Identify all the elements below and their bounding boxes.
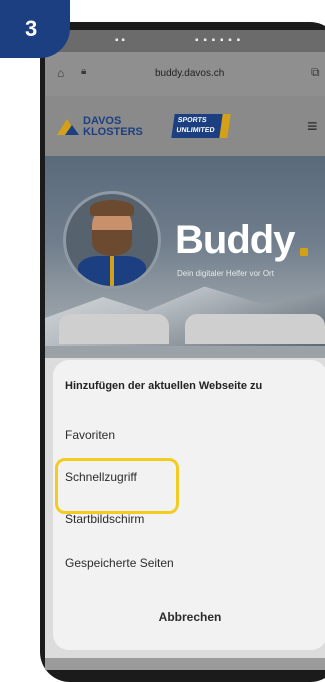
hero-tab-left[interactable] — [59, 314, 169, 344]
lock-icon: 🔒︎ — [81, 66, 87, 77]
avatar-hair — [90, 200, 134, 216]
home-icon[interactable]: ⌂ — [57, 66, 64, 80]
site-header: DAVOS KLOSTERS SPORTS UNLIMITED ≡ — [45, 96, 325, 156]
hero-title: Buddy — [175, 218, 295, 262]
hamburger-menu-icon[interactable]: ≡ — [307, 116, 318, 137]
option-gespeicherte-seiten[interactable]: Gespeicherte Seiten — [65, 556, 174, 570]
davos-logo-icon-inner — [65, 125, 79, 135]
sports-line-2: UNLIMITED — [175, 127, 215, 134]
davos-klosters-logo[interactable]: DAVOS KLOSTERS — [83, 116, 143, 138]
buddy-avatar — [63, 191, 161, 289]
option-favoriten[interactable]: Favoriten — [65, 428, 115, 442]
status-bar: ▪ ▪ ▪ ▪ ▪ ▪ ▪ ▪ — [45, 30, 325, 52]
status-right: ▪ ▪ ▪ ▪ ▪ ▪ — [195, 35, 242, 46]
startbildschirm-highlight — [55, 458, 179, 514]
hero-tagline: Dein digitaler Helfer vor Ort — [177, 269, 274, 278]
url-text[interactable]: buddy.davos.ch — [155, 68, 224, 79]
hero-title-dot — [300, 248, 308, 256]
bottom-bar — [45, 658, 325, 670]
cancel-button[interactable]: Abbrechen — [53, 610, 325, 624]
brand-line-2: KLOSTERS — [83, 126, 143, 138]
step-badge: 3 — [0, 0, 70, 58]
avatar-beard — [92, 230, 132, 256]
hero-tab-right[interactable] — [185, 314, 325, 344]
sports-unlimited-logo[interactable]: SPORTS UNLIMITED — [171, 114, 227, 138]
avatar-zip — [110, 256, 114, 286]
option-startbildschirm[interactable]: Startbildschirm — [65, 512, 144, 526]
status-left: ▪ ▪ — [115, 35, 125, 46]
phone-screen: ▪ ▪ ▪ ▪ ▪ ▪ ▪ ▪ ⌂ 🔒︎ buddy.davos.ch ⧉ DA… — [45, 30, 325, 670]
content-strip — [45, 346, 325, 358]
tabs-icon[interactable]: ⧉ — [311, 65, 320, 80]
sheet-title: Hinzufügen der aktuellen Webseite zu — [65, 380, 263, 392]
sports-line-1: SPORTS — [177, 117, 208, 124]
step-number: 3 — [25, 16, 38, 41]
browser-address-bar[interactable]: ⌂ 🔒︎ buddy.davos.ch ⧉ — [45, 52, 325, 96]
